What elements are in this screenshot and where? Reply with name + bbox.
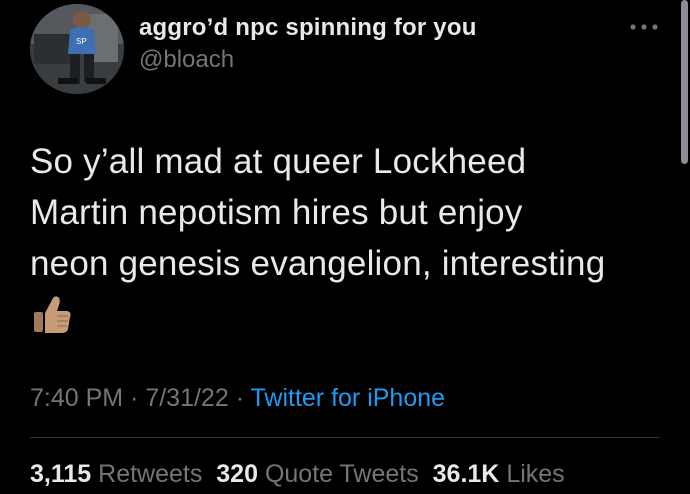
separator: ·	[228, 384, 251, 412]
svg-text:SP: SP	[76, 37, 87, 46]
quote-tweets-count: 320	[216, 460, 258, 488]
retweets-stat[interactable]: 3,115 Retweets	[30, 460, 202, 488]
avatar[interactable]: SP	[30, 4, 124, 94]
display-name[interactable]: aggro’d npc spinning for you	[139, 14, 477, 42]
scrollbar[interactable]	[681, 0, 688, 164]
tweet-date[interactable]: 7/31/22	[145, 384, 228, 412]
tweet-text-line: So y’all mad at queer Lockheed	[30, 142, 527, 181]
more-options-button[interactable]	[626, 20, 662, 34]
retweets-label: Retweets	[98, 460, 203, 488]
tweet-source-link[interactable]: Twitter for iPhone	[251, 384, 446, 412]
quote-tweets-label: Quote Tweets	[264, 460, 419, 488]
likes-label: Likes	[506, 460, 565, 488]
profile-photo: SP	[30, 4, 124, 94]
handle[interactable]: @bloach	[139, 46, 234, 74]
more-dots-icon	[630, 24, 658, 30]
engagement-stats: 3,115 Retweets 320 Quote Tweets 36.1K Li…	[30, 460, 565, 489]
likes-stat[interactable]: 36.1K Likes	[433, 460, 565, 488]
tweet-time[interactable]: 7:40 PM	[30, 384, 123, 412]
tweet-metadata: 7:40 PM · 7/31/22 · Twitter for iPhone	[30, 384, 445, 413]
tweet-text-line: neon genesis evangelion, interesting	[30, 244, 606, 283]
divider	[30, 437, 660, 438]
separator: ·	[123, 384, 146, 412]
tweet-text: So y’all mad at queer Lockheed Martin ne…	[30, 136, 670, 289]
thumbs-up-icon	[30, 292, 74, 336]
likes-count: 36.1K	[432, 460, 500, 488]
retweets-count: 3,115	[30, 460, 92, 488]
tweet-text-line: Martin nepotism hires but enjoy	[30, 193, 523, 232]
quote-tweets-stat[interactable]: 320 Quote Tweets	[216, 460, 418, 488]
